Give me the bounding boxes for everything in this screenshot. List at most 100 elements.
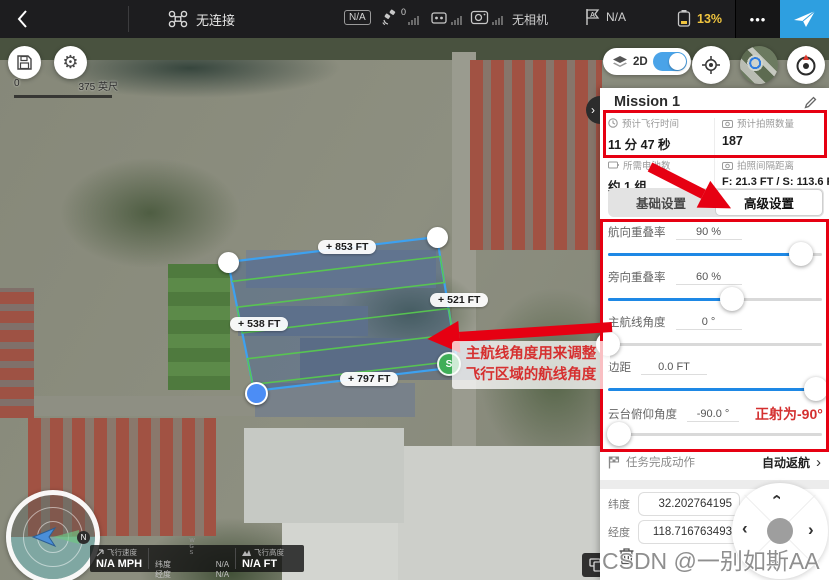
altitude-icon	[242, 549, 251, 557]
scale-end-label: 375 英尺	[79, 78, 118, 93]
more-menu-button[interactable]: •••	[736, 0, 780, 38]
latitude-input[interactable]	[638, 492, 740, 516]
edge-length-label[interactable]: +853 FT	[318, 240, 376, 254]
slider-track[interactable]	[608, 433, 822, 436]
battery-small-icon	[608, 160, 619, 170]
slider-track[interactable]	[608, 253, 822, 256]
delete-mission-button[interactable]	[618, 546, 635, 570]
layers-icon	[612, 55, 628, 69]
finish-action-value: 自动返航	[762, 454, 810, 471]
camera-status-text: 无相机	[512, 11, 548, 28]
gps-readout: WGS 纬度N/A 经度N/A	[149, 545, 235, 572]
move-cross-icon: +	[438, 294, 444, 306]
note-line-2: 飞行区域的航线角度	[454, 365, 608, 386]
slider-track[interactable]	[608, 388, 822, 391]
flight-time-value: 11 分 47 秒	[608, 134, 714, 153]
lat-label: 纬度	[155, 560, 171, 570]
flight-assist-status[interactable]: A N/A	[584, 8, 626, 26]
2d-toggle-switch[interactable]	[653, 52, 687, 71]
polygon-vertex-handle[interactable]	[427, 227, 448, 248]
slider-value-field[interactable]: -90.0 °	[687, 407, 739, 422]
battery-status[interactable]: 13%	[676, 9, 722, 28]
drone-icon	[168, 10, 188, 28]
ortho-annotation-text: 正射为-90°	[755, 404, 823, 424]
save-mission-button[interactable]	[8, 46, 41, 79]
stat-photo-interval: 拍照间隔距离 F: 21.3 FT / S: 113.6 FT	[722, 158, 828, 188]
edge-length-label[interactable]: +538 FT	[230, 317, 288, 331]
slider-row-side-overlap: 旁向重叠率 60 %	[600, 269, 829, 314]
aircraft-connection-status[interactable]: 无连接	[168, 0, 235, 38]
speed-arrow-icon	[96, 549, 104, 557]
polygon-vertex-handle[interactable]	[218, 252, 239, 273]
slider-value-field[interactable]: 0.0 FT	[641, 360, 707, 375]
slider-thumb[interactable]	[804, 377, 828, 401]
latitude-label: 纬度	[608, 496, 632, 512]
back-button[interactable]	[0, 0, 44, 38]
map-scale-bar: 0 375 英尺	[14, 78, 118, 98]
settings-tabs: 基础设置 高级设置	[608, 188, 824, 217]
slider-thumb[interactable]	[789, 242, 813, 266]
gear-icon: ⚙	[62, 52, 78, 73]
dpad-down-button[interactable]: ›	[766, 560, 786, 566]
slider-thumb[interactable]	[607, 422, 631, 446]
slider-value-field[interactable]: 0 °	[676, 315, 742, 330]
speed-readout: 飞行速度 N/A MPH	[90, 545, 148, 572]
minimap-preview-button[interactable]	[740, 46, 778, 84]
slider-value-field[interactable]: 60 %	[676, 270, 742, 285]
wgs-datum-label: WGS	[189, 538, 194, 556]
finish-action-row[interactable]: 任务完成动作 自动返航 ›	[600, 448, 829, 476]
photo-interval-value: F: 21.3 FT / S: 113.6 FT	[722, 176, 828, 188]
slider-row-gimbal-pitch: 云台俯仰角度-90.0 °正射为-90°	[600, 404, 829, 449]
latitude-row: 纬度	[608, 492, 740, 516]
slider-track[interactable]	[608, 298, 822, 301]
edge-length-value: 853 FT	[335, 241, 368, 253]
slider-row-front-overlap: 航向重叠率 90 %	[600, 224, 829, 269]
scale-bar-line	[14, 95, 112, 98]
map-2d-toggle[interactable]: 2D	[603, 48, 691, 75]
gps-signal-status: 0	[381, 8, 419, 26]
clock-icon	[608, 118, 618, 128]
photo-count-value: 187	[722, 134, 828, 148]
tab-basic-settings[interactable]: 基础设置	[608, 188, 714, 217]
dpad-left-button[interactable]: ›	[742, 520, 748, 540]
slider-label: 航向重叠率	[608, 224, 666, 240]
lat-value: N/A	[216, 560, 229, 570]
move-cross-icon: +	[326, 241, 332, 253]
slider-label: 旁向重叠率	[608, 269, 666, 285]
back-chevron-icon	[17, 10, 28, 28]
stat-photo-count: 预计拍照数量 187	[722, 116, 828, 148]
polygon-vertex-handle-selected[interactable]	[245, 382, 268, 405]
rc-signal-status	[430, 8, 462, 25]
takeoff-button[interactable]	[780, 0, 829, 38]
edit-pencil-icon[interactable]	[804, 96, 817, 109]
map-compass-button[interactable]	[787, 46, 825, 84]
slider-track[interactable]	[608, 343, 822, 346]
battery-percent: 13%	[697, 12, 722, 26]
panel-header: Mission 1	[600, 88, 829, 114]
dpad-center-button[interactable]	[767, 518, 793, 544]
tab-advanced-settings[interactable]: 高级设置	[715, 189, 823, 216]
slider-label: 主航线角度	[608, 314, 666, 330]
longitude-input[interactable]	[638, 520, 740, 544]
gps-signal-bars-icon	[408, 16, 419, 25]
photo-icon	[722, 161, 733, 170]
telemetry-bar: 飞行速度 N/A MPH WGS 纬度N/A 经度N/A 飞行高度 N/A FT	[90, 545, 304, 572]
longitude-label: 经度	[608, 524, 632, 540]
slider-thumb[interactable]	[720, 287, 744, 311]
lon-value: N/A	[216, 570, 229, 580]
edge-length-label[interactable]: +521 FT	[430, 293, 488, 307]
dpad-right-button[interactable]: ›	[808, 520, 814, 540]
mission-settings-button[interactable]: ⚙	[54, 46, 87, 79]
slider-value-field[interactable]: 90 %	[676, 225, 742, 240]
finish-flag-icon	[608, 456, 620, 469]
locate-me-button[interactable]	[692, 46, 730, 84]
connection-status-text: 无连接	[196, 10, 235, 29]
dpad-up-button[interactable]: ›	[766, 494, 786, 500]
rc-signal-bars-icon	[451, 16, 462, 25]
slider-row-margin: 边距0.0 FT	[600, 359, 829, 404]
scale-start-label: 0	[14, 78, 20, 93]
edge-length-label[interactable]: +797 FT	[340, 372, 398, 386]
north-badge: N	[77, 531, 90, 544]
mission-title: Mission 1	[614, 94, 680, 110]
top-status-bar: 无连接 N/A 0 无相机 A N/A	[0, 0, 829, 38]
